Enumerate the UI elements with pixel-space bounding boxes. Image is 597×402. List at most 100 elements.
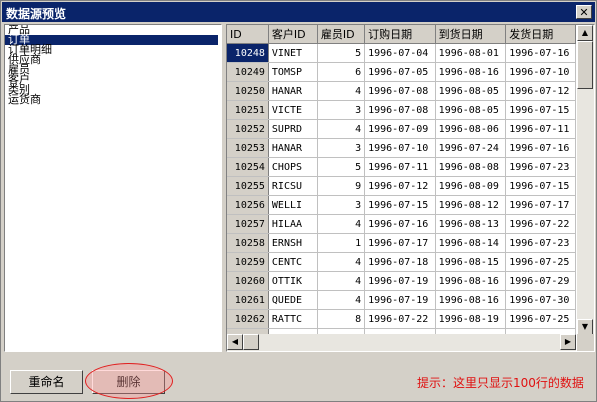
table-cell[interactable]: 1996-07-11 bbox=[364, 157, 436, 177]
table-cell[interactable]: 1996-07-08 bbox=[364, 81, 436, 101]
table-cell[interactable]: 1996-07-18 bbox=[364, 252, 436, 272]
table-cell[interactable]: WELLI bbox=[268, 195, 318, 215]
table-cell[interactable]: 1996-07-16 bbox=[364, 214, 436, 234]
table-cell[interactable]: 10254 bbox=[227, 157, 269, 177]
table-cell[interactable]: 5 bbox=[317, 157, 366, 177]
table-cell[interactable]: 1 bbox=[317, 233, 366, 253]
table-cell[interactable]: 1996-08-16 bbox=[435, 62, 507, 82]
table-cell[interactable]: 1996-08-09 bbox=[435, 176, 507, 196]
table-cell[interactable]: 1996-07-17 bbox=[364, 233, 436, 253]
table-cell[interactable]: 1996-07-08 bbox=[364, 100, 436, 120]
table-cell[interactable]: RICSU bbox=[268, 176, 318, 196]
table-cell[interactable]: 1996-07-09 bbox=[364, 119, 436, 139]
table-cell[interactable]: 10253 bbox=[227, 138, 269, 158]
table-cell[interactable]: 1996-08-08 bbox=[435, 157, 507, 177]
table-cell[interactable]: 1996-07-12 bbox=[364, 176, 436, 196]
table-cell[interactable]: ERNSH bbox=[268, 233, 318, 253]
table-row[interactable]: 10248 VINET 5 1996-07-04 1996-08-01 1996-07-1… bbox=[227, 43, 576, 63]
table-row[interactable]: 10253 HANAR 3 1996-07-10 1996-07-24 1996-07-1… bbox=[227, 138, 576, 158]
table-cell[interactable]: VINET bbox=[268, 43, 318, 63]
table-cell[interactable]: 10250 bbox=[227, 81, 269, 101]
table-cell[interactable]: 1996-08-16 bbox=[435, 271, 507, 291]
title-bar[interactable]: 数据源预览 ✕ bbox=[2, 2, 595, 22]
table-cell[interactable]: 10251 bbox=[227, 100, 269, 120]
table-row[interactable]: 10256 WELLI 3 1996-07-15 1996-08-12 1996-07-1… bbox=[227, 195, 576, 215]
table-cell[interactable]: 4 bbox=[317, 252, 366, 272]
table-cell[interactable]: 10252 bbox=[227, 119, 269, 139]
column-header[interactable]: ID bbox=[227, 25, 269, 44]
scroll-up-button[interactable]: ▲ bbox=[577, 25, 593, 41]
table-list[interactable]: 产品 订单 订单明细 供应商 雇员 客户 类别 运货商 bbox=[4, 24, 222, 352]
table-cell[interactable]: 5 bbox=[317, 43, 366, 63]
table-cell[interactable]: 1996-07-10 bbox=[505, 62, 576, 82]
column-header[interactable]: 客户ID bbox=[268, 25, 318, 44]
rename-button[interactable]: 重命名 bbox=[10, 370, 83, 394]
table-cell[interactable]: HANAR bbox=[268, 138, 318, 158]
table-row[interactable]: 10257 HILAA 4 1996-07-16 1996-08-13 1996-07-2… bbox=[227, 214, 576, 234]
table-cell[interactable]: 1996-07-29 bbox=[505, 271, 576, 291]
table-row[interactable]: 10250 HANAR 4 1996-07-08 1996-08-05 1996-07-1… bbox=[227, 81, 576, 101]
scroll-right-button[interactable]: ▶ bbox=[560, 334, 576, 350]
table-row[interactable]: 10249 TOMSP 6 1996-07-05 1996-08-16 1996-07-1… bbox=[227, 62, 576, 82]
scroll-left-button[interactable]: ◀ bbox=[227, 334, 243, 350]
table-cell[interactable]: 1996-08-14 bbox=[435, 233, 507, 253]
table-cell[interactable]: 1996-08-05 bbox=[435, 100, 507, 120]
table-cell[interactable]: 10249 bbox=[227, 62, 269, 82]
table-cell[interactable]: 1996-08-13 bbox=[435, 214, 507, 234]
table-cell[interactable]: 1996-07-30 bbox=[505, 290, 576, 310]
table-cell[interactable]: 1996-07-15 bbox=[505, 100, 576, 120]
table-cell[interactable]: 4 bbox=[317, 271, 366, 291]
table-cell[interactable]: RATTC bbox=[268, 309, 318, 329]
table-cell[interactable]: 1996-08-06 bbox=[435, 119, 507, 139]
table-cell[interactable]: 1996-08-12 bbox=[435, 195, 507, 215]
table-row[interactable]: 10259 CENTC 4 1996-07-18 1996-08-15 1996-07-2… bbox=[227, 252, 576, 272]
table-cell[interactable]: 1996-07-16 bbox=[505, 43, 576, 63]
table-cell[interactable]: 1996-07-12 bbox=[505, 81, 576, 101]
table-cell[interactable]: 1996-08-16 bbox=[435, 290, 507, 310]
table-cell[interactable]: 1996-07-23 bbox=[505, 233, 576, 253]
table-cell[interactable]: 1996-08-05 bbox=[435, 81, 507, 101]
table-list-item[interactable]: 运货商 bbox=[5, 94, 221, 105]
table-cell[interactable]: 1996-07-25 bbox=[505, 252, 576, 272]
table-cell[interactable]: SUPRD bbox=[268, 119, 318, 139]
table-cell[interactable]: 1996-08-01 bbox=[435, 43, 507, 63]
table-list-item[interactable]: 客户 bbox=[5, 74, 221, 85]
table-cell[interactable]: HANAR bbox=[268, 81, 318, 101]
table-cell[interactable]: 10258 bbox=[227, 233, 269, 253]
delete-button[interactable]: 删除 bbox=[92, 370, 165, 394]
table-cell[interactable]: 10261 bbox=[227, 290, 269, 310]
horizontal-scrollbar[interactable]: ◀ ▶ bbox=[227, 334, 576, 351]
table-cell[interactable]: 6 bbox=[317, 62, 366, 82]
table-list-item[interactable]: 产品 bbox=[5, 25, 221, 35]
column-header[interactable]: 雇员ID bbox=[317, 25, 366, 44]
table-cell[interactable]: 8 bbox=[317, 309, 366, 329]
table-cell[interactable]: 1996-07-23 bbox=[505, 157, 576, 177]
table-cell[interactable]: 1996-07-19 bbox=[364, 290, 436, 310]
table-cell[interactable]: 4 bbox=[317, 214, 366, 234]
table-cell[interactable]: 10260 bbox=[227, 271, 269, 291]
table-cell[interactable]: 1996-07-15 bbox=[505, 176, 576, 196]
horizontal-scroll-thumb[interactable] bbox=[243, 334, 259, 350]
table-cell[interactable]: CENTC bbox=[268, 252, 318, 272]
table-cell[interactable]: 10256 bbox=[227, 195, 269, 215]
table-row[interactable]: 10261 QUEDE 4 1996-07-19 1996-08-16 1996-07-3… bbox=[227, 290, 576, 310]
table-cell[interactable]: 4 bbox=[317, 119, 366, 139]
table-cell[interactable]: QUEDE bbox=[268, 290, 318, 310]
table-row[interactable]: 10262 RATTC 8 1996-07-22 1996-08-19 1996-07-2… bbox=[227, 309, 576, 329]
table-cell[interactable]: 1996-08-15 bbox=[435, 252, 507, 272]
table-row[interactable]: 10254 CHOPS 5 1996-07-11 1996-08-08 1996-07-2… bbox=[227, 157, 576, 177]
table-row[interactable]: 10258 ERNSH 1 1996-07-17 1996-08-14 1996-07-2… bbox=[227, 233, 576, 253]
table-list-item[interactable]: 雇员 bbox=[5, 64, 221, 75]
table-cell[interactable]: OTTIK bbox=[268, 271, 318, 291]
table-cell[interactable]: 9 bbox=[317, 176, 366, 196]
table-cell[interactable]: 1996-07-10 bbox=[364, 138, 436, 158]
scroll-down-button[interactable]: ▼ bbox=[577, 319, 593, 335]
table-cell[interactable]: 10257 bbox=[227, 214, 269, 234]
table-cell[interactable]: 1996-07-11 bbox=[505, 119, 576, 139]
table-cell[interactable]: 1996-07-22 bbox=[364, 309, 436, 329]
table-cell[interactable]: 1996-07-15 bbox=[364, 195, 436, 215]
table-cell[interactable]: 1996-08-19 bbox=[435, 309, 507, 329]
table-cell[interactable]: VICTE bbox=[268, 100, 318, 120]
vertical-scroll-thumb[interactable] bbox=[577, 41, 593, 89]
table-cell[interactable]: 1996-07-25 bbox=[505, 309, 576, 329]
